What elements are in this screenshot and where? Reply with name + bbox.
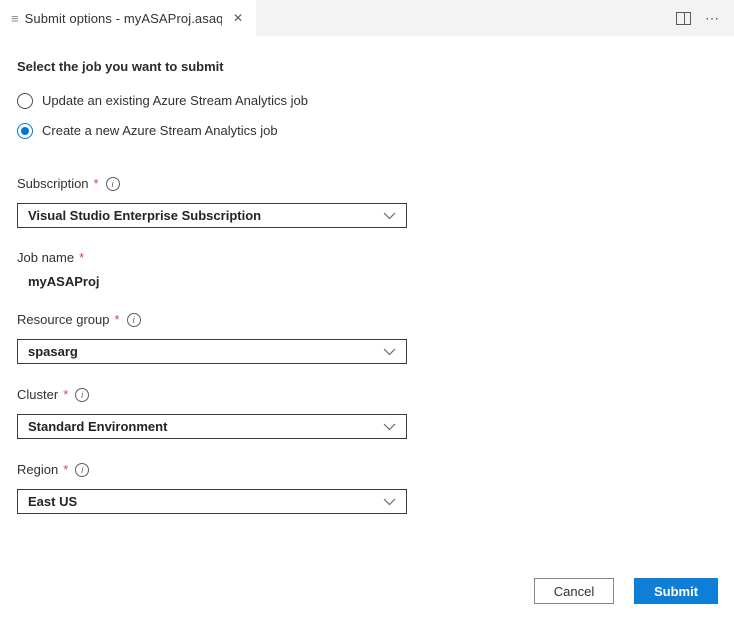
field-cluster: Cluster * i Standard Environment — [17, 387, 717, 439]
editor-actions: ⋯ — [676, 0, 734, 36]
required-marker: * — [63, 387, 68, 402]
radio-create-new-job[interactable]: Create a new Azure Stream Analytics job — [17, 120, 717, 141]
dropdown-selected-value: Standard Environment — [28, 419, 167, 434]
field-job-name: Job name * myASAProj — [17, 250, 717, 289]
info-icon[interactable]: i — [75, 463, 89, 477]
tab-submit-options[interactable]: ≡ Submit options - myASAProj.asaql ✕ — [0, 0, 256, 36]
close-icon[interactable]: ✕ — [230, 9, 246, 27]
cluster-dropdown[interactable]: Standard Environment — [17, 414, 407, 439]
split-editor-icon[interactable] — [676, 12, 691, 25]
tab-title: Submit options - myASAProj.asaql — [25, 11, 222, 26]
field-label-row: Resource group * i — [17, 312, 717, 327]
required-marker: * — [79, 250, 84, 265]
form-heading: Select the job you want to submit — [17, 59, 717, 74]
chevron-down-icon — [383, 348, 396, 356]
radio-unselected-icon[interactable] — [17, 93, 33, 109]
file-icon: ≡ — [11, 12, 19, 25]
chevron-down-icon — [383, 498, 396, 506]
form-footer: Cancel Submit — [534, 578, 718, 604]
required-marker: * — [63, 462, 68, 477]
field-label-row: Region * i — [17, 462, 717, 477]
chevron-down-icon — [383, 212, 396, 220]
editor-tab-bar: ≡ Submit options - myASAProj.asaql ✕ ⋯ — [0, 0, 734, 36]
submit-button[interactable]: Submit — [634, 578, 718, 604]
submit-options-form: Select the job you want to submit Update… — [0, 36, 734, 514]
field-resource-group: Resource group * i spasarg — [17, 312, 717, 364]
dropdown-selected-value: Visual Studio Enterprise Subscription — [28, 208, 261, 223]
region-dropdown[interactable]: East US — [17, 489, 407, 514]
field-label: Resource group — [17, 312, 110, 327]
subscription-dropdown[interactable]: Visual Studio Enterprise Subscription — [17, 203, 407, 228]
dropdown-selected-value: spasarg — [28, 344, 78, 359]
field-region: Region * i East US — [17, 462, 717, 514]
field-label-row: Subscription * i — [17, 176, 717, 191]
field-label-row: Job name * — [17, 250, 717, 265]
required-marker: * — [115, 312, 120, 327]
cancel-button[interactable]: Cancel — [534, 578, 614, 604]
field-label: Job name — [17, 250, 74, 265]
dropdown-selected-value: East US — [28, 494, 77, 509]
radio-label: Update an existing Azure Stream Analytic… — [42, 93, 308, 108]
radio-label: Create a new Azure Stream Analytics job — [42, 123, 278, 138]
info-icon[interactable]: i — [75, 388, 89, 402]
field-label: Region — [17, 462, 58, 477]
info-icon[interactable]: i — [106, 177, 120, 191]
field-subscription: Subscription * i Visual Studio Enterpris… — [17, 176, 717, 228]
info-icon[interactable]: i — [127, 313, 141, 327]
field-label: Subscription — [17, 176, 89, 191]
field-label-row: Cluster * i — [17, 387, 717, 402]
chevron-down-icon — [383, 423, 396, 431]
field-label: Cluster — [17, 387, 58, 402]
job-name-value: myASAProj — [28, 274, 717, 289]
required-marker: * — [94, 176, 99, 191]
resource-group-dropdown[interactable]: spasarg — [17, 339, 407, 364]
more-actions-icon[interactable]: ⋯ — [705, 11, 720, 25]
radio-update-existing-job[interactable]: Update an existing Azure Stream Analytic… — [17, 90, 717, 111]
radio-selected-icon[interactable] — [17, 123, 33, 139]
